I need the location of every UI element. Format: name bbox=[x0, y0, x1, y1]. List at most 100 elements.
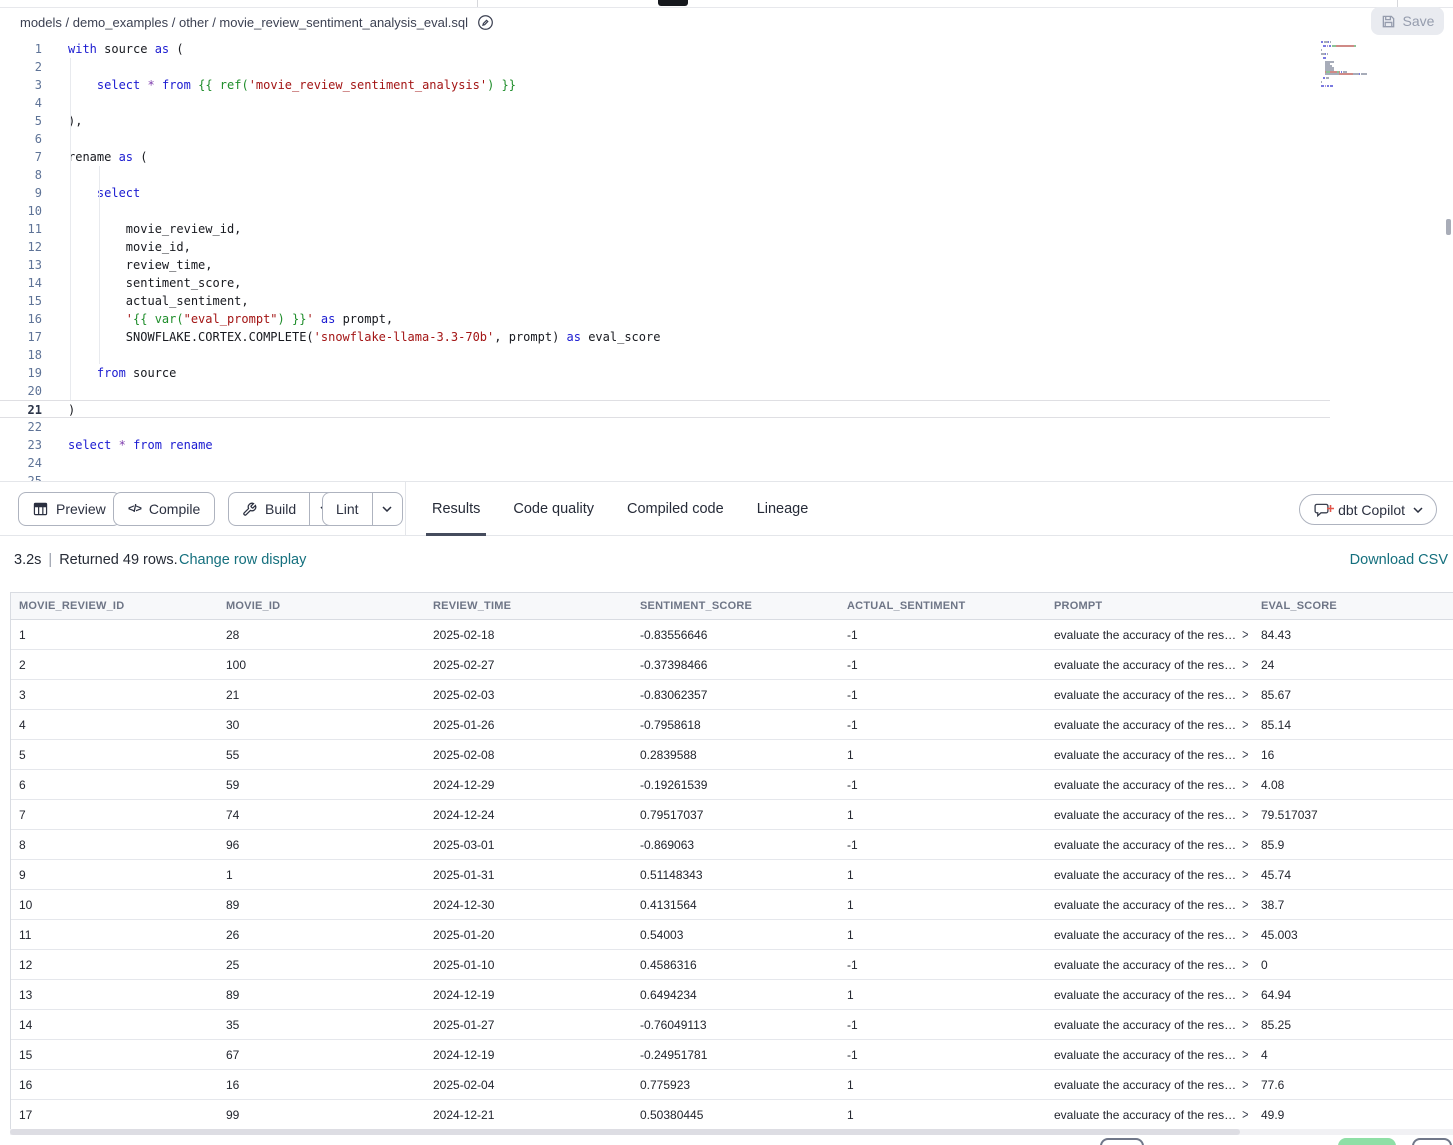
expand-prompt-icon[interactable]: > bbox=[1242, 657, 1248, 672]
code-line-14[interactable]: 14 sentiment_score, bbox=[0, 274, 1453, 292]
table-cell: 2025-02-18 bbox=[425, 620, 632, 649]
preview-button[interactable]: Preview bbox=[18, 492, 121, 526]
code-line-12[interactable]: 12 movie_id, bbox=[0, 238, 1453, 256]
save-button[interactable]: Save bbox=[1371, 7, 1444, 35]
table-cell: 2025-01-27 bbox=[425, 1010, 632, 1039]
breadcrumb-path[interactable]: models / demo_examples / other / movie_r… bbox=[20, 15, 468, 30]
column-header-review_time[interactable]: REVIEW_TIME bbox=[425, 593, 632, 619]
expand-prompt-icon[interactable]: > bbox=[1242, 837, 1248, 852]
code-line-25[interactable]: 25 bbox=[0, 472, 1453, 481]
code-line-17[interactable]: 17 SNOWFLAKE.CORTEX.COMPLETE('snowflake-… bbox=[0, 328, 1453, 346]
build-button[interactable]: Build bbox=[229, 493, 309, 525]
expand-prompt-icon[interactable]: > bbox=[1242, 927, 1248, 942]
code-line-8[interactable]: 8 bbox=[0, 166, 1453, 184]
tab-code-quality[interactable]: Code quality bbox=[513, 482, 594, 536]
code-line-10[interactable]: 10 bbox=[0, 202, 1453, 220]
bottom-cutoff-button[interactable] bbox=[1100, 1138, 1144, 1145]
prompt-preview-text: evaluate the accuracy of the res… bbox=[1054, 958, 1236, 972]
prompt-cell[interactable]: evaluate the accuracy of the res…> bbox=[1046, 980, 1253, 1009]
code-line-24[interactable]: 24 bbox=[0, 454, 1453, 472]
expand-prompt-icon[interactable]: > bbox=[1242, 687, 1248, 702]
scrollbar-thumb[interactable] bbox=[10, 1129, 1240, 1135]
code-line-13[interactable]: 13 review_time, bbox=[0, 256, 1453, 274]
prompt-cell[interactable]: evaluate the accuracy of the res…> bbox=[1046, 740, 1253, 769]
expand-prompt-icon[interactable]: > bbox=[1242, 717, 1248, 732]
code-line-16[interactable]: 16 '{{ var("eval_prompt") }}' as prompt, bbox=[0, 310, 1453, 328]
code-brackets-icon: </> bbox=[128, 503, 141, 515]
prompt-cell[interactable]: evaluate the accuracy of the res…> bbox=[1046, 1100, 1253, 1129]
download-csv-link[interactable]: Download CSV bbox=[1350, 552, 1448, 568]
prompt-cell[interactable]: evaluate the accuracy of the res…> bbox=[1046, 830, 1253, 859]
lint-dropdown-button[interactable] bbox=[372, 493, 402, 525]
prompt-cell[interactable]: evaluate the accuracy of the res…> bbox=[1046, 920, 1253, 949]
column-header-eval_score[interactable]: EVAL_SCORE bbox=[1253, 593, 1453, 619]
expand-prompt-icon[interactable]: > bbox=[1242, 897, 1248, 912]
compile-button[interactable]: </> Compile bbox=[113, 492, 215, 526]
code-line-23[interactable]: 23select * from rename bbox=[0, 436, 1453, 454]
table-cell: 1 bbox=[218, 860, 425, 889]
prompt-cell[interactable]: evaluate the accuracy of the res…> bbox=[1046, 1070, 1253, 1099]
lint-button[interactable]: Lint bbox=[323, 493, 372, 525]
prompt-cell[interactable]: evaluate the accuracy of the res…> bbox=[1046, 710, 1253, 739]
prompt-cell[interactable]: evaluate the accuracy of the res… > bbox=[1046, 950, 1253, 979]
column-header-prompt[interactable]: PROMPT bbox=[1046, 593, 1253, 619]
bottom-cutoff-button[interactable] bbox=[1412, 1138, 1452, 1145]
code-line-19[interactable]: 19 from source bbox=[0, 364, 1453, 382]
table-cell: 2 bbox=[11, 650, 218, 679]
code-line-2[interactable]: 2 bbox=[0, 58, 1453, 76]
code-line-7[interactable]: 7rename as ( bbox=[0, 148, 1453, 166]
code-line-18[interactable]: 18 bbox=[0, 346, 1453, 364]
prompt-cell[interactable]: evaluate the accuracy of the res…> bbox=[1046, 890, 1253, 919]
tab-compiled-code[interactable]: Compiled code bbox=[627, 482, 724, 536]
code-line-3[interactable]: 3 select * from {{ ref('movie_review_sen… bbox=[0, 76, 1453, 94]
code-line-9[interactable]: 9 select bbox=[0, 184, 1453, 202]
prompt-cell[interactable]: evaluate the accuracy of the res…> bbox=[1046, 1040, 1253, 1069]
dbt-copilot-button[interactable]: dbt Copilot bbox=[1299, 494, 1437, 525]
expand-prompt-icon[interactable]: > bbox=[1242, 777, 1248, 792]
line-number: 20 bbox=[0, 382, 42, 400]
column-header-actual_sentiment[interactable]: ACTUAL_SENTIMENT bbox=[839, 593, 1046, 619]
edit-file-icon[interactable] bbox=[477, 14, 494, 31]
column-header-movie_review_id[interactable]: MOVIE_REVIEW_ID bbox=[11, 593, 218, 619]
expand-prompt-icon[interactable]: > bbox=[1242, 1107, 1248, 1122]
code-line-21[interactable]: 21) bbox=[0, 400, 1330, 418]
prompt-cell[interactable]: evaluate the accuracy of the res…> bbox=[1046, 650, 1253, 679]
sql-code-editor[interactable]: 1with source as (23 select * from {{ ref… bbox=[0, 37, 1453, 481]
bottom-cutoff-green-pill[interactable] bbox=[1338, 1138, 1396, 1145]
expand-prompt-icon[interactable]: > bbox=[1242, 627, 1248, 642]
returned-rows-text: Returned 49 rows. bbox=[59, 552, 177, 568]
table-cell: 1 bbox=[11, 620, 218, 649]
code-line-20[interactable]: 20 bbox=[0, 382, 1453, 400]
expand-prompt-icon[interactable]: > bbox=[1242, 1047, 1248, 1062]
editor-minimap[interactable] bbox=[1321, 41, 1431, 91]
code-line-6[interactable]: 6 bbox=[0, 130, 1453, 148]
code-line-1[interactable]: 1with source as ( bbox=[0, 40, 1453, 58]
code-line-15[interactable]: 15 actual_sentiment, bbox=[0, 292, 1453, 310]
prompt-cell[interactable]: evaluate the accuracy of the res…> bbox=[1046, 860, 1253, 889]
prompt-cell[interactable]: evaluate the accuracy of the res…> bbox=[1046, 800, 1253, 829]
tab-lineage[interactable]: Lineage bbox=[757, 482, 809, 536]
prompt-cell[interactable]: evaluate the accuracy of the res…> bbox=[1046, 770, 1253, 799]
column-header-movie_id[interactable]: MOVIE_ID bbox=[218, 593, 425, 619]
code-line-11[interactable]: 11 movie_review_id, bbox=[0, 220, 1453, 238]
prompt-cell[interactable]: evaluate the accuracy of the res…> bbox=[1046, 620, 1253, 649]
expand-prompt-icon[interactable]: > bbox=[1242, 1017, 1248, 1032]
column-header-sentiment_score[interactable]: SENTIMENT_SCORE bbox=[632, 593, 839, 619]
expand-prompt-icon[interactable]: > bbox=[1242, 1077, 1248, 1092]
code-line-5[interactable]: 5), bbox=[0, 112, 1453, 130]
expand-prompt-icon[interactable]: > bbox=[1242, 747, 1248, 762]
code-line-22[interactable]: 22 bbox=[0, 418, 1453, 436]
change-row-display-link[interactable]: Change row display bbox=[179, 552, 306, 568]
expand-prompt-icon[interactable]: > bbox=[1242, 987, 1248, 1002]
prompt-cell[interactable]: evaluate the accuracy of the res…> bbox=[1046, 680, 1253, 709]
code-line-4[interactable]: 4 bbox=[0, 94, 1453, 112]
prompt-cell[interactable]: evaluate the accuracy of the res…> bbox=[1046, 1010, 1253, 1039]
expand-prompt-icon[interactable]: > bbox=[1242, 807, 1248, 822]
expand-prompt-icon[interactable]: > bbox=[1242, 867, 1248, 882]
tab-results[interactable]: Results bbox=[432, 482, 480, 536]
save-button-label: Save bbox=[1403, 13, 1435, 29]
editor-scrollbar[interactable] bbox=[1446, 219, 1451, 235]
table-horizontal-scrollbar[interactable] bbox=[10, 1129, 1453, 1135]
table-cell: 1 bbox=[839, 980, 1046, 1009]
expand-prompt-icon[interactable]: > bbox=[1242, 957, 1248, 972]
